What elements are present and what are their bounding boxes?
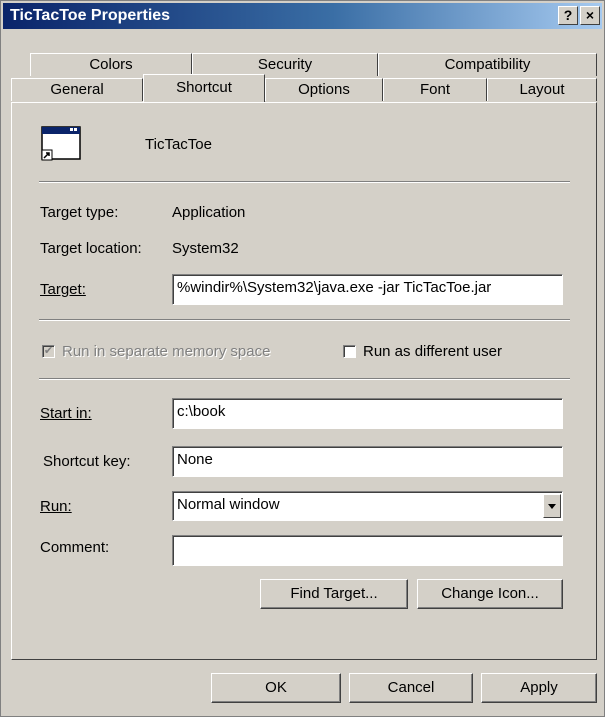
comment-input[interactable]	[172, 535, 563, 566]
tab-layout[interactable]: Layout	[487, 78, 597, 101]
target-type-label: Target type:	[40, 204, 119, 221]
run-select[interactable]: Normal window	[172, 491, 563, 521]
tab-options[interactable]: Options	[265, 78, 383, 101]
comment-label: Comment:	[40, 539, 110, 556]
target-type-value: Application	[172, 204, 246, 221]
separator	[39, 378, 570, 380]
separator	[39, 319, 570, 321]
run-label: Run:	[40, 498, 72, 515]
cancel-button[interactable]: Cancel	[349, 673, 473, 703]
run-selected-value: Normal window	[177, 496, 280, 513]
change-icon-button[interactable]: Change Icon...	[417, 579, 563, 609]
target-label: Target:	[40, 281, 86, 298]
target-location-label: Target location:	[40, 240, 142, 257]
start-in-input[interactable]: c:\book	[172, 398, 563, 429]
shortcut-tab-panel: TicTacToe Target type: Application Targe…	[11, 102, 597, 660]
tab-general[interactable]: General	[11, 78, 143, 101]
start-in-label: Start in:	[40, 405, 92, 422]
target-location-value: System32	[172, 240, 239, 257]
shortcut-key-label: Shortcut key:	[43, 453, 131, 470]
shortcut-key-input[interactable]: None	[172, 446, 563, 477]
close-button[interactable]: ×	[580, 6, 600, 25]
separator	[39, 181, 570, 183]
target-input[interactable]: %windir%\System32\java.exe -jar TicTacTo…	[172, 274, 563, 305]
title-bar[interactable]: TicTacToe Properties ? ×	[3, 3, 602, 29]
window-title: TicTacToe Properties	[10, 7, 171, 24]
tab-shortcut[interactable]: Shortcut	[143, 74, 265, 102]
help-button[interactable]: ?	[558, 6, 578, 25]
shortcut-app-icon	[41, 126, 81, 161]
run-as-different-user-label: Run as different user	[363, 343, 502, 360]
run-separate-checkbox[interactable]: ✔	[42, 345, 55, 358]
tab-security[interactable]: Security	[192, 53, 378, 76]
run-separate-label: Run in separate memory space	[62, 343, 271, 360]
run-as-different-user-checkbox[interactable]	[343, 345, 356, 358]
apply-button[interactable]: Apply	[481, 673, 597, 703]
shortcut-name: TicTacToe	[145, 136, 212, 153]
properties-dialog: TicTacToe Properties ? × Colors Security…	[0, 0, 605, 717]
tab-font[interactable]: Font	[383, 78, 487, 101]
ok-button[interactable]: OK	[211, 673, 341, 703]
run-dropdown-button[interactable]	[543, 494, 561, 518]
chevron-down-icon	[548, 504, 556, 509]
tab-colors[interactable]: Colors	[30, 53, 192, 76]
find-target-button[interactable]: Find Target...	[260, 579, 408, 609]
tab-compatibility[interactable]: Compatibility	[378, 53, 597, 76]
